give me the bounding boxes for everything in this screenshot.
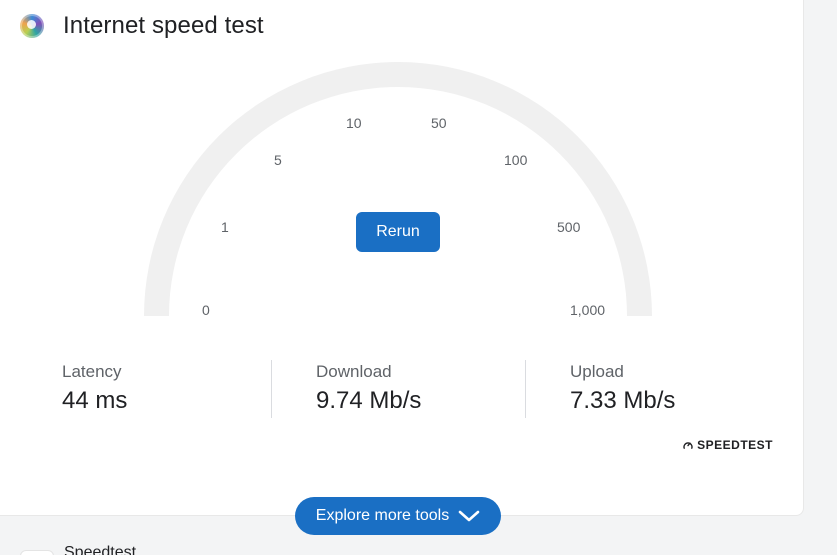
gauge-tick-label: 1 xyxy=(221,219,229,235)
speedtest-brand-text: SPEEDTEST xyxy=(697,438,773,452)
card-title: Internet speed test xyxy=(63,12,264,39)
card-header: Internet speed test xyxy=(20,10,264,42)
gauge-tick-label: 500 xyxy=(557,219,581,235)
upload-label: Upload xyxy=(570,362,624,381)
speed-results: Latency 44 ms Download 9.74 Mb/s Upload … xyxy=(0,360,803,418)
gauge-tick-label: 1,000 xyxy=(570,302,606,318)
latency-label: Latency xyxy=(62,362,122,381)
latency-value: 44 ms xyxy=(62,387,128,414)
gauge-tick-label: 50 xyxy=(431,115,447,131)
gauge-tick-label: 10 xyxy=(346,115,362,131)
latency-stat: Latency 44 ms xyxy=(62,360,127,418)
speedtest-globe-icon xyxy=(20,14,44,38)
next-search-result[interactable]: Speedtest xyxy=(20,545,136,555)
stat-divider xyxy=(271,360,272,418)
speed-gauge-inner xyxy=(169,87,627,316)
download-label: Download xyxy=(316,362,392,381)
gauge-tick-label: 5 xyxy=(274,152,282,168)
download-value: 9.74 Mb/s xyxy=(316,387,422,414)
speedtest-brand-link[interactable]: SPEEDTEST xyxy=(683,438,773,452)
result-title: Speedtest xyxy=(64,545,137,555)
speed-test-card: Internet speed test 0 1 5 10 50 100 500 … xyxy=(0,0,804,516)
rerun-button[interactable]: Rerun xyxy=(356,212,440,252)
upload-stat: Upload 7.33 Mb/s xyxy=(570,360,675,418)
chevron-down-icon xyxy=(458,510,480,522)
stat-divider xyxy=(525,360,526,418)
explore-more-tools-label: Explore more tools xyxy=(315,507,450,524)
gauge-tick-label: 0 xyxy=(202,302,210,318)
page: Internet speed test 0 1 5 10 50 100 500 … xyxy=(0,0,837,555)
upload-value: 7.33 Mb/s xyxy=(570,387,676,414)
gauge-tick-label: 100 xyxy=(504,152,528,168)
speed-gauge-track xyxy=(144,62,652,316)
gauge-icon xyxy=(683,442,693,449)
download-stat: Download 9.74 Mb/s xyxy=(316,360,421,418)
result-thumbnail xyxy=(20,550,54,555)
explore-more-tools-button[interactable]: Explore more tools xyxy=(295,497,501,535)
